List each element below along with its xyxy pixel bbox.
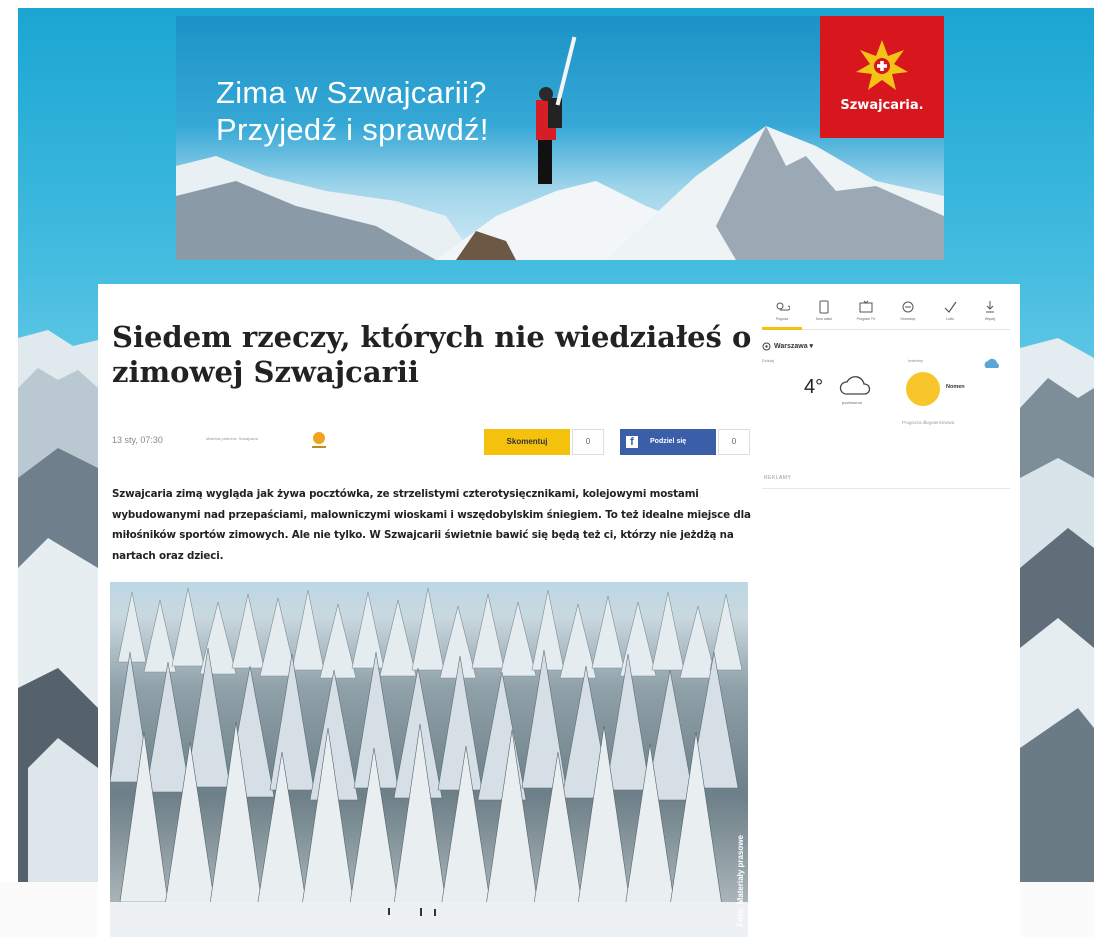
weather-day-label: Dzisiaj bbox=[762, 358, 774, 363]
service-item-weather[interactable]: Pogoda bbox=[762, 296, 802, 330]
small-cloud-icon bbox=[984, 358, 999, 368]
article-meta: 13 sty, 07:30 Materiał partnera: Szwajca… bbox=[112, 429, 752, 455]
currency-icon bbox=[819, 300, 829, 314]
service-item-lotto[interactable]: Lotto bbox=[930, 296, 970, 330]
service-label: Pogoda bbox=[775, 317, 789, 321]
ad-headline-line2: Przyjedź i sprawdź! bbox=[216, 112, 489, 147]
city-select[interactable]: Warszawa ▾ bbox=[774, 342, 813, 350]
brand-name: Szwajcaria. bbox=[840, 98, 924, 113]
service-item-currency[interactable]: Kurs walut bbox=[804, 296, 844, 330]
service-label: Lotto bbox=[946, 317, 954, 321]
nameday-label: Imieniny bbox=[908, 358, 923, 363]
ads-label: REKLAMY bbox=[764, 475, 792, 481]
ad-headline-line1: Zima w Szwajcarii? bbox=[216, 75, 487, 110]
sun-logo-icon bbox=[856, 40, 908, 90]
partner-logo-icon[interactable] bbox=[308, 429, 330, 451]
service-item-tv[interactable]: Program TV bbox=[846, 296, 886, 330]
service-label: Horoskop bbox=[900, 317, 916, 321]
forest-illustration bbox=[110, 587, 748, 937]
tv-icon bbox=[859, 300, 873, 313]
comment-button[interactable]: Skomentuj bbox=[484, 429, 570, 455]
sidebar: Pogoda Kurs walut Program TV Horoskop Lo… bbox=[762, 296, 1012, 496]
weather-description: pochmurno bbox=[842, 400, 863, 405]
comment-count: 0 bbox=[572, 429, 604, 455]
service-label: Więcej bbox=[984, 317, 996, 321]
cloud-icon bbox=[839, 376, 871, 395]
share-label: Podziel się bbox=[650, 438, 687, 445]
forecast-link[interactable]: Prognoza długoterminowa bbox=[902, 420, 954, 425]
service-label: Kurs walut bbox=[815, 317, 833, 321]
partner-label: Materiał partnera: Szwajcaria bbox=[206, 436, 258, 441]
article-lead: Szwajcaria zimą wygląda jak żywa pocztów… bbox=[112, 488, 751, 562]
brand-logo[interactable]: Szwajcaria. bbox=[820, 16, 944, 138]
service-label: Program TV bbox=[856, 317, 876, 321]
weather-icon bbox=[776, 302, 790, 311]
article-title: Siedem rzeczy, których nie wiedziałeś o … bbox=[112, 320, 752, 389]
service-item-horoscope[interactable]: Horoskop bbox=[888, 296, 928, 330]
share-count: 0 bbox=[718, 429, 750, 455]
temperature: 4° bbox=[804, 376, 824, 398]
service-nav: Pogoda Kurs walut Program TV Horoskop Lo… bbox=[762, 296, 1010, 330]
ads-divider bbox=[762, 488, 1010, 489]
photo-credit: Foto: Materiały prasowe bbox=[736, 835, 745, 927]
article-photo[interactable]: Foto: Materiały prasowe bbox=[110, 582, 748, 937]
horoscope-icon bbox=[902, 301, 914, 313]
service-item-more[interactable]: Więcej bbox=[970, 296, 1010, 330]
more-icon bbox=[986, 301, 994, 313]
article-date: 13 sty, 07:30 bbox=[112, 435, 163, 445]
ad-banner[interactable]: Zima w Szwajcarii? Przyjedź i sprawdź! S… bbox=[176, 16, 944, 260]
smile-icon bbox=[906, 372, 940, 406]
location-icon bbox=[762, 342, 771, 351]
facebook-icon: f bbox=[626, 436, 638, 448]
lotto-icon bbox=[944, 301, 957, 313]
nameday-name: Nomen bbox=[946, 384, 965, 390]
facebook-share-button[interactable]: f Podziel się bbox=[620, 429, 716, 455]
ad-headline: Zima w Szwajcarii? Przyjedź i sprawdź! bbox=[216, 74, 489, 148]
